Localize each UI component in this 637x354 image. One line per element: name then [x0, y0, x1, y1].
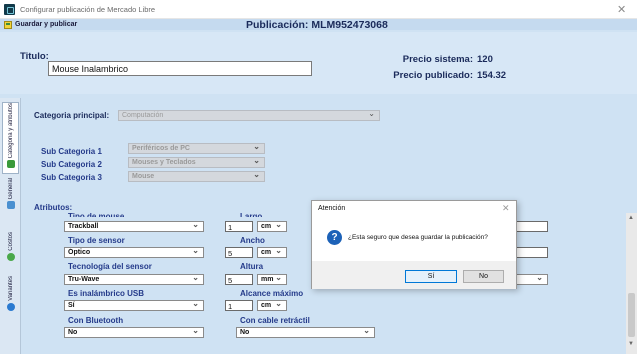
dialog-title: Atención [318, 205, 346, 212]
publication-title: Publicación: MLM952473068 [246, 19, 388, 31]
window-title: Configurar publicación de Mercado Libre [20, 5, 156, 14]
save-publish-button[interactable]: Guardar y publicar [4, 19, 77, 30]
alcance-input[interactable]: 1 [225, 300, 253, 311]
tipo-mouse-label: Tipo de mouse [68, 212, 125, 217]
category-icon [6, 160, 15, 169]
ancho-label: Ancho [240, 236, 265, 245]
sub-categoria-3-label: Sub Categoria 3 [41, 173, 102, 182]
inalambrico-select[interactable]: Sí [64, 300, 204, 311]
vertical-scrollbar[interactable]: ▲ ▼ [626, 213, 637, 354]
bluetooth-select[interactable]: No [64, 327, 204, 338]
window-titlebar: Configurar publicación de Mercado Libre … [0, 0, 637, 19]
titulo-label: Titulo: [20, 51, 49, 62]
header-panel: Titulo: Precio sistema: 120 Precio publi… [0, 32, 637, 94]
categoria-principal-label: Categoria principal: [34, 111, 110, 120]
tab-costos[interactable]: Costos [2, 232, 19, 272]
largo-input[interactable]: 1 [225, 221, 253, 232]
tab-general[interactable]: General [2, 178, 19, 228]
tab-variantes-label: Variantes [7, 276, 14, 301]
tipo-sensor-select[interactable]: Óptico [64, 247, 204, 258]
save-icon [4, 20, 12, 29]
ancho-input[interactable]: 5 [225, 247, 253, 258]
altura-unit-select[interactable]: mm [257, 274, 287, 285]
precio-sistema-value: 120 [477, 54, 493, 65]
general-icon [6, 201, 15, 210]
dialog-close-icon[interactable]: ✕ [502, 203, 510, 214]
largo-label: Largo [240, 212, 263, 217]
precio-publicado-label: Precio publicado: [393, 70, 473, 81]
window-close-icon[interactable]: ✕ [617, 3, 626, 16]
tipo-mouse-select[interactable]: Trackball [64, 221, 204, 232]
tipo-sensor-label: Tipo de sensor [68, 236, 125, 245]
bluetooth-label: Con Bluetooth [68, 316, 124, 325]
altura-input[interactable]: 5 [225, 274, 253, 285]
cable-retractil-label: Con cable retráctil [240, 316, 310, 325]
dialog-footer: Sí No [312, 261, 516, 289]
no-button[interactable]: No [463, 270, 504, 283]
scroll-up-icon[interactable]: ▲ [628, 215, 634, 221]
tecnologia-sensor-select[interactable]: Tru-Wave [64, 274, 204, 285]
altura-label: Altura [240, 262, 264, 271]
yes-button[interactable]: Sí [405, 270, 457, 283]
categoria-principal-select[interactable]: Computación [118, 110, 380, 121]
tab-costos-label: Costos [7, 232, 14, 251]
inalambrico-label: Es inalámbrico USB [68, 289, 145, 298]
toolbar: Guardar y publicar Publicación: MLM95247… [0, 19, 637, 31]
save-publish-label: Guardar y publicar [15, 21, 78, 28]
atributos-label: Atributos: [34, 203, 73, 212]
tab-variantes[interactable]: Variantes [2, 276, 19, 328]
question-icon: ? [327, 230, 342, 245]
sub-categoria-3-select[interactable]: Mouse [128, 171, 265, 182]
confirm-dialog: Atención ✕ ? ¿Esta seguro que desea guar… [311, 200, 517, 289]
main-content: Guardar y publicar Publicación: MLM95247… [0, 19, 637, 354]
costos-icon [6, 252, 15, 261]
alcance-label: Alcance máximo [240, 289, 304, 298]
largo-unit-select[interactable]: cm [257, 221, 287, 232]
sub-categoria-2-label: Sub Categoria 2 [41, 160, 102, 169]
precio-sistema-label: Precio sistema: [402, 54, 473, 65]
scroll-down-icon[interactable]: ▼ [628, 341, 634, 347]
tab-categoria-atributos[interactable]: Categoria y atributos [2, 102, 19, 174]
ancho-unit-select[interactable]: cm [257, 247, 287, 258]
app-icon [4, 4, 15, 15]
tecnologia-sensor-label: Tecnología del sensor [68, 262, 152, 271]
sub-categoria-2-select[interactable]: Mouses y Teclados [128, 157, 265, 168]
cable-retractil-select[interactable]: No [236, 327, 375, 338]
vertical-tabs: Categoria y atributos General Costos Var… [0, 98, 21, 354]
dialog-message: ¿Esta seguro que desea guardar la public… [348, 234, 488, 241]
tab-categoria-label: Categoria y atributos [7, 103, 14, 159]
variantes-icon [6, 302, 15, 311]
alcance-unit-select[interactable]: cm [257, 300, 287, 311]
sub-categoria-1-label: Sub Categoria 1 [41, 147, 102, 156]
titulo-input[interactable] [48, 61, 312, 76]
tab-general-label: General [7, 178, 14, 200]
scroll-thumb[interactable] [628, 293, 635, 337]
precio-publicado-value: 154.32 [477, 70, 507, 81]
sub-categoria-1-select[interactable]: Periféricos de PC [128, 143, 265, 154]
